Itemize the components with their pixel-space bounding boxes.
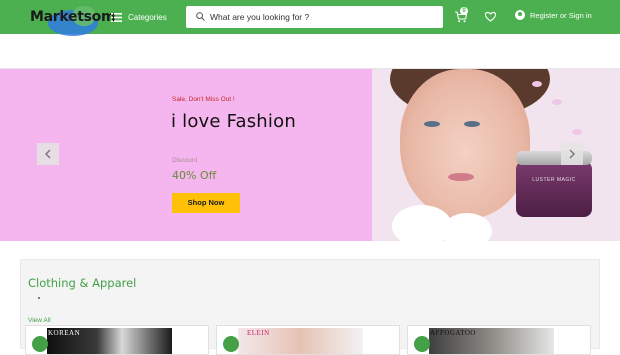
model-lips bbox=[448, 173, 474, 181]
product-badge bbox=[414, 336, 430, 352]
chevron-left-icon bbox=[45, 149, 51, 159]
jar-label: LUSTER MAGIC bbox=[532, 177, 576, 183]
list-icon bbox=[111, 12, 122, 22]
model-face bbox=[400, 69, 530, 219]
logo-text: Marketsom bbox=[30, 9, 116, 25]
search-input[interactable] bbox=[210, 8, 436, 26]
model-eye-right bbox=[464, 121, 480, 127]
product-badge bbox=[32, 336, 48, 352]
heart-icon[interactable] bbox=[484, 10, 497, 23]
product-card[interactable]: ELEIN bbox=[216, 325, 400, 355]
product-card[interactable]: KOREAN bbox=[25, 325, 209, 355]
petal bbox=[572, 129, 582, 135]
slider-next-button[interactable] bbox=[561, 143, 583, 165]
cream-jar bbox=[516, 161, 592, 217]
account-label: Register or Sign in bbox=[530, 10, 592, 20]
section-bullet bbox=[38, 297, 40, 299]
cart-count-badge: 0 bbox=[460, 7, 468, 15]
model-eye-left bbox=[424, 121, 440, 127]
user-icon bbox=[515, 10, 525, 20]
chevron-right-icon bbox=[569, 149, 575, 159]
product-image-caption: AFFOGATOO bbox=[430, 329, 476, 337]
product-image-caption: ELEIN bbox=[247, 329, 270, 337]
petal bbox=[552, 99, 562, 105]
view-all-link[interactable]: View All bbox=[28, 317, 51, 324]
categories-label: Categories bbox=[128, 12, 167, 22]
search-bar bbox=[186, 6, 443, 28]
product-card[interactable]: AFFOGATOO bbox=[407, 325, 591, 355]
slider-prev-button[interactable] bbox=[37, 143, 59, 165]
hero-slider: Sale, Don't Miss Out ! i love Fashion Di… bbox=[0, 69, 620, 241]
hero-title: i love Fashion bbox=[171, 111, 296, 132]
site-logo[interactable]: Marketsom bbox=[28, 4, 116, 36]
discount-label: Discount bbox=[172, 157, 198, 164]
hero-tagline: Sale, Don't Miss Out ! bbox=[172, 96, 235, 103]
account-link[interactable]: Register or Sign in bbox=[515, 10, 592, 20]
section-title: Clothing & Apparel bbox=[28, 276, 137, 290]
discount-value: 40% Off bbox=[172, 169, 217, 182]
shop-now-button[interactable]: Shop Now bbox=[172, 193, 240, 213]
petal bbox=[532, 81, 542, 87]
product-image-caption: KOREAN bbox=[48, 329, 81, 337]
categories-button[interactable]: Categories bbox=[111, 9, 167, 25]
product-badge bbox=[223, 336, 239, 352]
white-flower bbox=[442, 213, 492, 241]
top-header: Marketsom Categories 0 bbox=[0, 0, 620, 36]
search-icon[interactable] bbox=[196, 12, 205, 21]
